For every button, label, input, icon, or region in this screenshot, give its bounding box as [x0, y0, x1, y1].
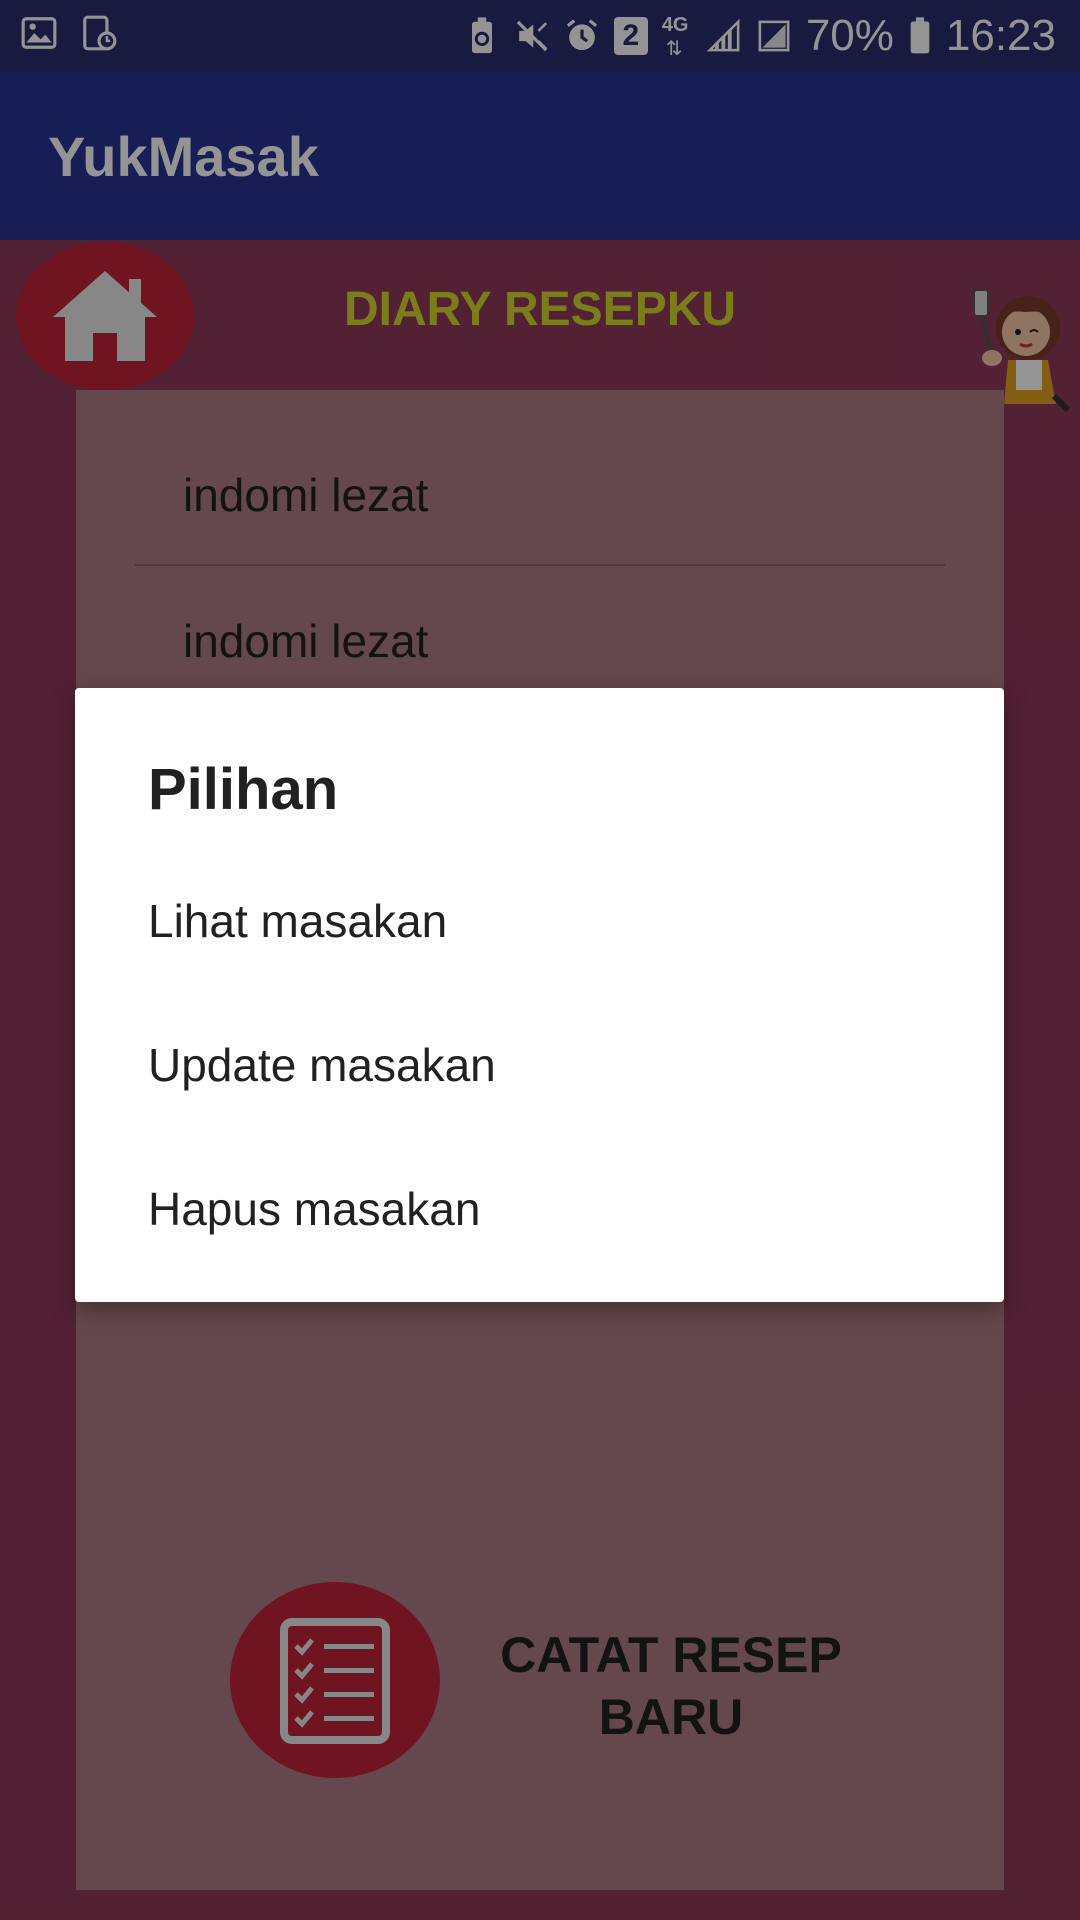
options-dialog: Pilihan Lihat masakan Update masakan Hap…: [75, 688, 1004, 1302]
dialog-title: Pilihan: [148, 757, 339, 822]
view-recipe-option[interactable]: Lihat masakan: [148, 894, 447, 948]
app-screen: 2 4G ⇅ 70% 16:23 YukMasak DIARY RESEPKU …: [0, 0, 1080, 1920]
update-recipe-option[interactable]: Update masakan: [148, 1038, 496, 1092]
delete-recipe-option[interactable]: Hapus masakan: [148, 1182, 480, 1236]
